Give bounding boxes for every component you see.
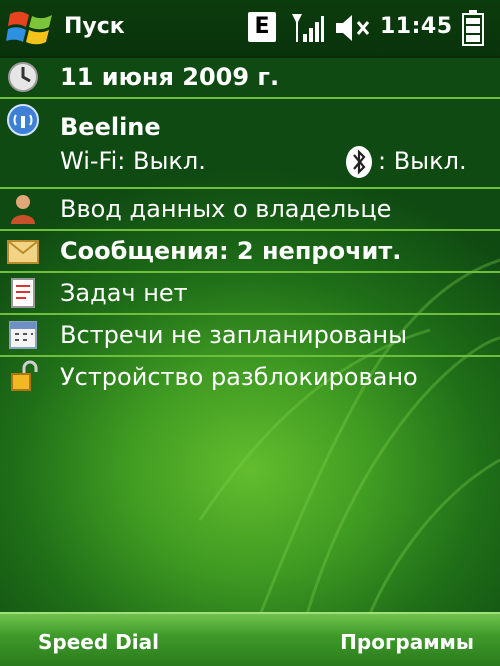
bluetooth-icon[interactable] (344, 145, 374, 179)
task-list-icon (11, 278, 35, 308)
appointments-label: Встречи не запланированы (60, 321, 408, 349)
operator-label: Beeline (60, 113, 161, 141)
tasks-label: Задач нет (60, 279, 188, 307)
date-label: 11 июня 2009 г. (60, 63, 280, 91)
messages-label: Сообщения: 2 непрочит. (60, 237, 402, 265)
messages-row[interactable]: Сообщения: 2 непрочит. (0, 231, 500, 273)
person-icon (11, 195, 35, 224)
unlocked-padlock-icon (11, 360, 38, 391)
clock-icon (8, 62, 38, 92)
clock[interactable]: 11:45 (380, 14, 453, 39)
device-lock-label: Устройство разблокировано (60, 363, 418, 391)
battery-icon[interactable] (462, 10, 484, 46)
start-label[interactable]: Пуск (64, 14, 125, 39)
calendar-icon (9, 321, 37, 349)
tasks-row[interactable]: Задач нет (0, 273, 500, 315)
wireless-icon (7, 104, 39, 136)
connectivity-row[interactable]: Beeline Wi-Fi: Выкл. : Выкл. (0, 99, 500, 189)
top-bar: Пуск E 11:45 (0, 0, 500, 58)
speed-dial-softkey[interactable]: Speed Dial (38, 630, 159, 654)
start-button[interactable] (6, 6, 56, 50)
owner-info-row[interactable]: Ввод данных о владельце (0, 189, 500, 231)
wifi-status[interactable]: Wi-Fi: Выкл. (60, 147, 206, 175)
envelope-icon (7, 240, 39, 264)
date-row[interactable]: 11 июня 2009 г. (0, 57, 500, 99)
speaker-muted-icon[interactable] (334, 12, 374, 44)
device-lock-row[interactable]: Устройство разблокировано (0, 357, 500, 397)
windows-flag-icon (6, 11, 52, 45)
appointments-row[interactable]: Встречи не запланированы (0, 315, 500, 357)
programs-softkey[interactable]: Программы (340, 630, 474, 654)
owner-info-label: Ввод данных о владельце (60, 195, 392, 223)
softkey-bar: Speed Dial Программы (0, 612, 500, 666)
bluetooth-status[interactable]: : Выкл. (378, 147, 467, 175)
today-screen: Пуск E 11:45 11 июня 2009 г. Beeline Wi-… (0, 0, 500, 666)
edge-network-icon[interactable]: E (248, 12, 276, 42)
signal-strength-icon[interactable] (290, 12, 324, 44)
